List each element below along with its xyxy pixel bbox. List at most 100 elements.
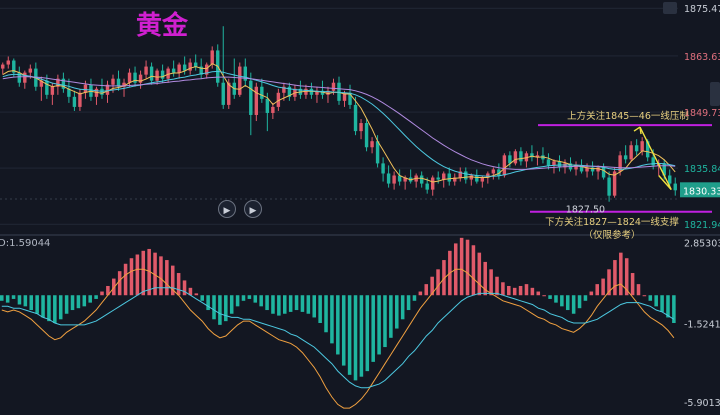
candle-body: [188, 62, 192, 71]
chart-stage: 上方关注1845—46一线压制 下方关注1827—1824一线支撑 （仅限参考） 18…: [0, 0, 720, 410]
macd-bar: [253, 295, 258, 303]
candle-body: [127, 72, 132, 83]
candle-body: [364, 123, 369, 148]
macd-bar: [176, 273, 181, 296]
macd-bar: [117, 271, 122, 296]
price-tick-label: 1821.94: [684, 220, 720, 231]
macd-bar: [654, 295, 658, 307]
macd-bar: [613, 260, 617, 296]
candle-body: [331, 82, 336, 91]
macd-bar: [347, 295, 352, 375]
prev-button[interactable]: ▶︎: [218, 200, 236, 218]
macd-bar: [94, 295, 98, 299]
macd-bar: [589, 291, 594, 296]
macd-bar: [82, 295, 87, 307]
disclaimer-annotation: （仅限参考）: [583, 229, 640, 241]
chart-canvas: 上方关注1845—46一线压制下方关注1827—1824一线支撑（仅限参考） 18…: [0, 4, 720, 409]
candle-body: [519, 151, 523, 162]
macd-bar: [595, 284, 599, 296]
side-panel-button[interactable]: [710, 82, 720, 106]
candle-body: [100, 88, 104, 95]
candle-body: [634, 145, 639, 152]
macd-bar: [424, 284, 429, 296]
candle-body: [149, 66, 154, 81]
candle-body: [265, 98, 270, 113]
macd-bar: [200, 295, 204, 301]
candle-body: [182, 64, 187, 71]
skip-forward-icon: ▶︎: [249, 205, 257, 215]
macd-bar: [35, 295, 39, 314]
macd-bar: [64, 295, 69, 314]
macd-bar: [400, 295, 405, 320]
candle-body: [78, 92, 82, 107]
macd-bar: [477, 252, 482, 296]
candle-body: [50, 86, 55, 95]
candle-body: [601, 167, 606, 178]
macd-bar: [324, 295, 328, 333]
price-tick-label: 1835.84: [684, 164, 720, 175]
macd-bar: [583, 295, 588, 301]
candle-body: [6, 60, 10, 65]
macd-bar: [636, 284, 641, 296]
macd-tick-label: 2.85303: [684, 238, 720, 249]
macd-bar: [630, 273, 635, 296]
macd-bar: [277, 295, 281, 316]
macd-bar: [58, 295, 63, 320]
candle-body: [249, 80, 253, 115]
macd-bar: [548, 295, 552, 299]
macd-bar: [29, 295, 34, 311]
macd-bar: [17, 295, 22, 305]
candle-body: [370, 141, 374, 148]
macd-label: D:1.59044: [0, 238, 50, 249]
candle-body: [442, 173, 446, 180]
macd-bar: [518, 285, 523, 296]
macd-bar: [536, 291, 541, 296]
price-axis: 1875.47 1863.63 1849.73 1835.84 1821.94 1830.…: [680, 4, 720, 409]
macd-bar: [406, 295, 411, 311]
next-button[interactable]: ▶︎: [244, 200, 262, 218]
macd-bar: [336, 295, 340, 355]
macd-bar: [53, 295, 57, 323]
macd-bar: [330, 295, 334, 344]
candle-body: [491, 169, 496, 174]
candle-body: [464, 171, 468, 180]
macd-bar: [300, 295, 305, 312]
candle-body: [177, 64, 181, 73]
macd-bar: [23, 295, 28, 307]
candle-body: [640, 141, 644, 152]
macd-bar: [471, 245, 476, 296]
candle-body: [425, 183, 429, 190]
macd-bar: [100, 291, 104, 296]
macd-bar: [11, 295, 16, 299]
macd-bar: [88, 295, 92, 303]
macd-bar: [542, 295, 546, 297]
candle-body: [144, 66, 148, 75]
macd-bar: [235, 295, 240, 307]
macd-bar: [353, 295, 358, 381]
macd-bar: [365, 295, 370, 372]
skip-back-icon: ▶︎: [223, 205, 231, 215]
resistance-annotation: 上方关注1845—46一线压制: [567, 110, 689, 122]
macd-tick-label: -1.52414: [684, 319, 720, 330]
macd-bar: [159, 256, 163, 296]
macd-bar: [560, 295, 564, 307]
macd-bar: [206, 295, 210, 311]
macd-bar: [41, 295, 45, 318]
macd-bar: [224, 295, 228, 322]
candle-body: [469, 175, 474, 180]
macd-bar: [412, 295, 417, 301]
candle-body: [28, 68, 33, 73]
macd-bar: [418, 291, 423, 296]
macd-bar: [129, 258, 134, 296]
candle-body: [238, 66, 242, 95]
macd-bar: [395, 295, 399, 329]
macd-bar: [288, 295, 293, 312]
settings-button[interactable]: [663, 2, 677, 14]
macd-bar: [619, 252, 623, 296]
macd-bar: [383, 295, 387, 348]
candle-body: [475, 175, 479, 182]
macd-bar: [318, 295, 322, 323]
candle-body: [72, 96, 77, 107]
macd-bar: [247, 295, 252, 299]
macd-bar: [218, 295, 222, 325]
